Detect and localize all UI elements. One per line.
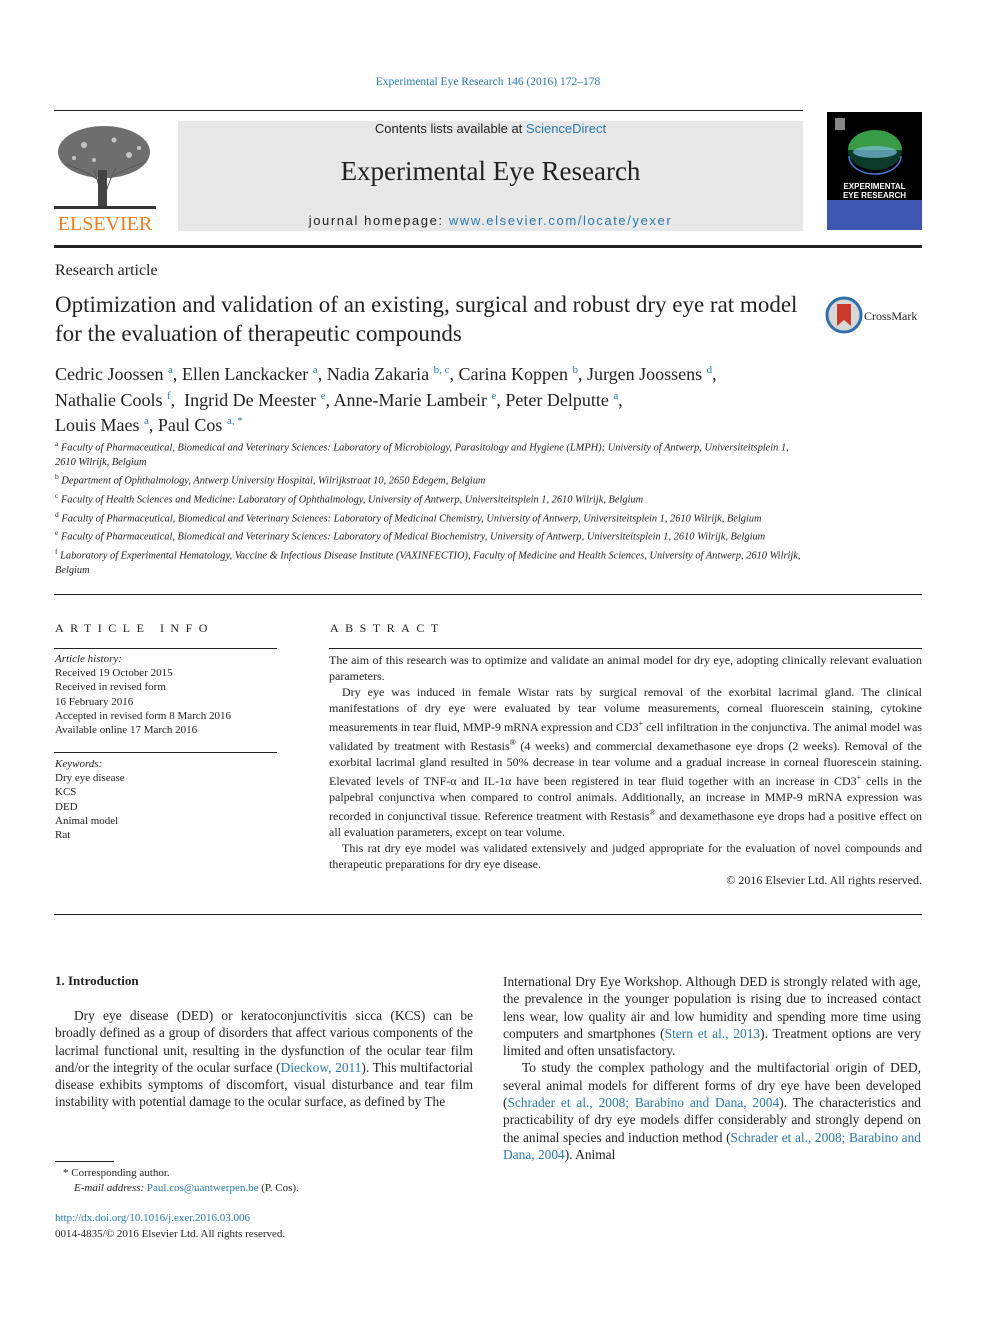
body-paragraph: To study the complex pathology and the m… (503, 1060, 921, 1162)
affiliation-ref[interactable]: d (707, 364, 713, 376)
affiliation-ref[interactable]: e (321, 390, 326, 402)
journal-citation-link[interactable]: Experimental Eye Research 146 (2016) 172… (0, 76, 976, 88)
section-rule (54, 648, 277, 649)
keywords: Keywords: Dry eye disease KCS DED Animal… (55, 757, 280, 842)
abstract-paragraph: The aim of this research was to optimize… (329, 653, 922, 683)
elsevier-logo: ELSEVIER (54, 120, 156, 235)
corresponding-author-note: * Corresponding author. (63, 1167, 170, 1179)
crossmark-label: CrossMark (864, 309, 918, 323)
article-info-heading: ARTICLE INFO (55, 621, 214, 635)
citation-link[interactable]: Stern et al., 2013 (665, 1026, 760, 1041)
keyword: Dry eye disease (55, 772, 125, 785)
history-item: Received in revised form (55, 681, 166, 694)
contents-prefix: Contents lists available at (374, 121, 526, 136)
author-list: Cedric Joossen a, Ellen Lanckacker a, Na… (55, 364, 717, 435)
keyword: DED (55, 800, 78, 813)
author[interactable]: Carina Koppen (459, 364, 568, 384)
elsevier-wordmark: ELSEVIER (58, 213, 153, 232)
affiliation-item: c Faculty of Health Sciences and Medicin… (55, 490, 644, 506)
affiliation-ref[interactable]: b, c (434, 364, 450, 376)
cover-band (827, 200, 922, 230)
author[interactable]: Cedric Joossen (55, 364, 163, 384)
affiliation-ref[interactable]: a (613, 390, 618, 402)
body-paragraph: Dry eye disease (DED) or keratoconjuncti… (55, 1008, 473, 1110)
affiliation-ref[interactable]: a (144, 415, 149, 427)
affiliation-item: a Faculty of Pharmaceutical, Biomedical … (55, 439, 789, 468)
author[interactable]: Paul Cos (158, 415, 223, 435)
doi-link[interactable]: http://dx.doi.org/10.1016/j.exer.2016.03… (55, 1211, 475, 1227)
history-item: Received 19 October 2015 (55, 667, 173, 680)
section-rule (54, 752, 277, 753)
author[interactable]: Nadia Zakaria (327, 364, 429, 384)
email-link[interactable]: Paul.cos@uantwerpen.be (147, 1182, 259, 1194)
affiliation-item: d Faculty of Pharmaceutical, Biomedical … (55, 509, 762, 525)
header-rule (54, 245, 922, 248)
body-column-right: International Dry Eye Workshop. Although… (503, 973, 921, 1163)
keywords-label: Keywords: (55, 758, 103, 770)
copyright-notice: © 2016 Elsevier Ltd. All rights reserved… (726, 873, 922, 887)
history-item: Available online 17 March 2016 (55, 724, 198, 737)
affiliation-ref[interactable]: a (168, 364, 173, 376)
body-paragraph: International Dry Eye Workshop. Although… (503, 974, 921, 1059)
doi-block: http://dx.doi.org/10.1016/j.exer.2016.03… (55, 1211, 475, 1242)
footnotes: * Corresponding author. E-mail address: … (63, 1166, 463, 1196)
history-item: Accepted in revised form 8 March 2016 (55, 709, 231, 722)
affiliation-ref[interactable]: a, * (227, 415, 243, 427)
keyword: Animal model (55, 814, 119, 827)
author[interactable]: Anne-Marie Lambeir (334, 390, 487, 410)
section-heading-introduction: 1. Introduction (55, 973, 139, 988)
crossmark-icon (825, 296, 863, 334)
author[interactable]: Jurgen Joossens (587, 364, 702, 384)
section-rule (54, 594, 922, 595)
homepage-prefix: journal homepage: (308, 213, 449, 228)
citation-link[interactable]: Dieckow, 2011 (281, 1060, 362, 1075)
elsevier-tree-icon: ELSEVIER (54, 120, 156, 235)
footnote-rule (55, 1161, 114, 1162)
article-title: Optimization and validation of an existi… (55, 292, 798, 346)
journal-title: Experimental Eye Research (340, 156, 641, 186)
abstract-paragraph: This rat dry eye model was validated ext… (329, 841, 922, 871)
article-type: Research article (55, 262, 158, 279)
homepage-line: journal homepage: www.elsevier.com/locat… (178, 213, 803, 228)
homepage-link[interactable]: www.elsevier.com/locate/yexer (449, 213, 672, 228)
affiliation-item: f Laboratory of Experimental Hematology,… (55, 547, 801, 576)
article-history: Article history: Received 19 October 201… (55, 652, 280, 737)
abstract-body: The aim of this research was to optimize… (329, 652, 922, 888)
affiliation-ref[interactable]: a (313, 364, 318, 376)
issn-copyright: 0014-4835/© 2016 Elsevier Ltd. All right… (55, 1227, 286, 1240)
affiliation-ref[interactable]: b (572, 364, 578, 376)
affiliation-item: b Department of Ophthalmology, Antwerp U… (55, 472, 486, 487)
author[interactable]: Ingrid De Meester (184, 390, 316, 410)
affiliation-ref[interactable]: e (491, 390, 496, 402)
keyword: Rat (55, 829, 71, 842)
history-label: Article history: (55, 653, 122, 665)
author[interactable]: Nathalie Cools (55, 390, 162, 410)
history-item: 16 February 2016 (55, 695, 134, 708)
contents-line: Contents lists available at ScienceDirec… (178, 121, 803, 136)
body-column-left: Dry eye disease (DED) or keratoconjuncti… (55, 1007, 473, 1111)
section-rule (329, 648, 922, 649)
journal-cover-image[interactable]: EXPERIMENTAL EYE RESEARCH (827, 112, 922, 230)
abstract-paragraph: Dry eye was induced in female Wistar rat… (329, 685, 923, 839)
section-rule (54, 914, 922, 915)
affiliation-item: e Faculty of Pharmaceutical, Biomedical … (55, 528, 766, 543)
affiliation-ref[interactable]: f (167, 390, 171, 402)
keyword: KCS (55, 786, 77, 799)
email-note: E-mail address: Paul.cos@uantwerpen.be (… (74, 1182, 299, 1194)
author[interactable]: Peter Delputte (505, 390, 608, 410)
top-rule (54, 110, 803, 111)
author[interactable]: Ellen Lanckacker (182, 364, 308, 384)
sciencedirect-link[interactable]: ScienceDirect (526, 121, 606, 136)
citation-link[interactable]: Schrader et al., 2008; Barabino and Dana… (507, 1095, 779, 1110)
affiliation-list: a Faculty of Pharmaceutical, Biomedical … (55, 437, 805, 578)
author[interactable]: Louis Maes (55, 415, 140, 435)
abstract-heading: ABSTRACT (330, 621, 445, 635)
cover-title: EXPERIMENTAL EYE RESEARCH (842, 182, 907, 200)
